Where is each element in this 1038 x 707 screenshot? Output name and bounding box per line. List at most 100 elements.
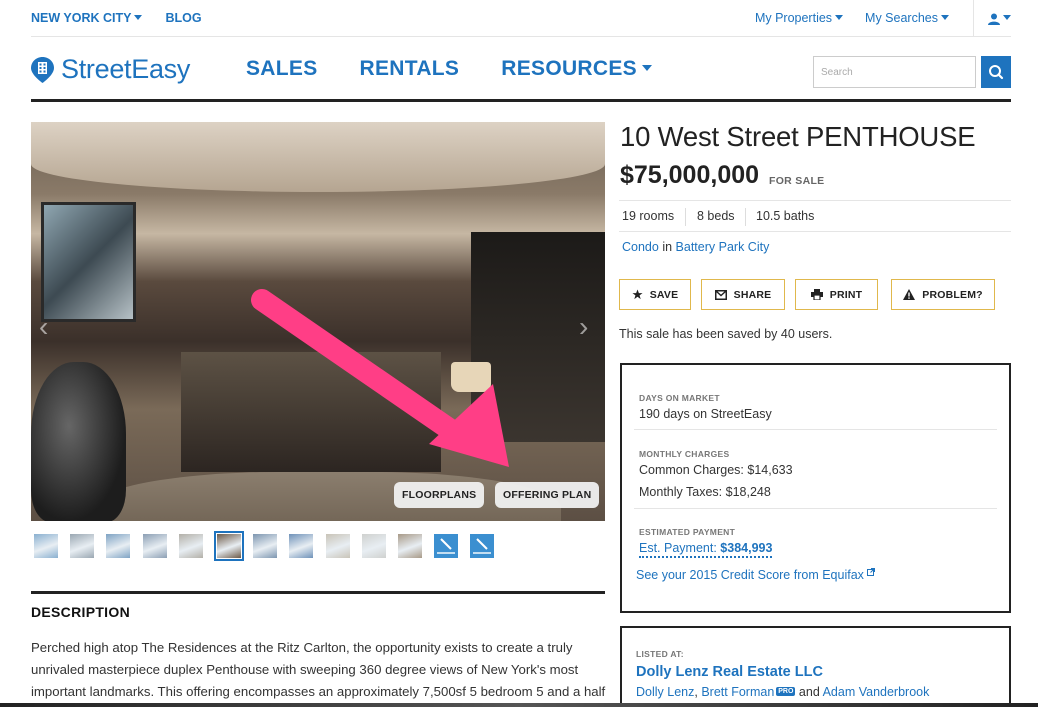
photo-thumbnails <box>34 531 594 561</box>
days-on-market-label: DAYS ON MARKET <box>639 393 720 403</box>
nav-sales[interactable]: SALES <box>246 57 318 81</box>
main-nav: SALES RENTALS RESOURCES <box>246 57 652 81</box>
photo-thumbnail[interactable] <box>142 534 167 558</box>
user-menu[interactable] <box>988 11 1011 25</box>
rooms-count: 19 rooms <box>622 209 675 223</box>
nav-rentals[interactable]: RENTALS <box>360 57 460 81</box>
listing-details-box: DAYS ON MARKET 190 days on StreetEasy MO… <box>620 363 1011 613</box>
floorplan-icon <box>437 538 456 554</box>
logo-icon <box>31 56 54 83</box>
photo-thumbnail[interactable] <box>289 534 314 558</box>
offering-plan-button[interactable]: OFFERING PLAN <box>495 482 600 508</box>
description-text: Perched high atop The Residences at the … <box>31 637 609 703</box>
photo-thumbnail[interactable] <box>253 534 278 558</box>
share-label: SHARE <box>733 288 772 301</box>
report-problem-button[interactable]: PROBLEM? <box>891 279 995 310</box>
photo-thumbnail[interactable] <box>70 534 95 558</box>
page-footer-strip <box>0 703 1038 707</box>
property-type-line: Condo in Battery Park City <box>622 240 769 254</box>
divider <box>745 208 746 226</box>
common-charges-value: Common Charges: $14,633 <box>639 463 793 477</box>
my-properties-menu[interactable]: My Properties <box>755 11 844 25</box>
listing-photo[interactable]: ‹ › FLOORPLANS OFFERING PLAN <box>31 122 605 521</box>
photo-thumbnail[interactable] <box>398 534 422 558</box>
print-button[interactable]: PRINT <box>795 279 878 310</box>
envelope-icon <box>714 289 727 300</box>
neighborhood-link[interactable]: Battery Park City <box>676 240 770 254</box>
topbar-left: NEW YORK CITY BLOG <box>31 11 202 25</box>
my-searches-label: My Searches <box>865 11 938 25</box>
warning-icon <box>903 289 916 300</box>
description-line: Perched high atop The Residences at the … <box>31 640 573 655</box>
listing-status: FOR SALE <box>769 175 825 187</box>
divider <box>634 508 997 509</box>
external-link-icon <box>867 568 876 576</box>
annotation-arrow-icon <box>251 289 509 467</box>
days-on-market-value: 190 days on StreetEasy <box>639 407 772 421</box>
monthly-charges-label: MONTHLY CHARGES <box>639 449 730 459</box>
listed-at-label: LISTED AT: <box>636 649 684 659</box>
divider <box>973 0 974 37</box>
description-line: unrivaled masterpiece duplex Penthouse w… <box>31 662 579 677</box>
city-selector[interactable]: NEW YORK CITY <box>31 11 143 25</box>
blog-link[interactable]: BLOG <box>165 11 201 25</box>
save-label: SAVE <box>649 288 679 301</box>
chevron-down-icon <box>134 15 143 21</box>
agent-link[interactable]: Dolly Lenz <box>636 685 694 699</box>
photo-thumbnail[interactable] <box>106 534 131 558</box>
floorplans-button[interactable]: FLOORPLANS <box>394 482 485 508</box>
estimated-payment-link[interactable]: Est. Payment: $384,993 <box>639 541 773 558</box>
divider <box>634 429 997 430</box>
logo[interactable]: StreetEasy <box>31 54 190 85</box>
estimated-payment-label: ESTIMATED PAYMENT <box>639 527 736 537</box>
photo-thumbnail[interactable] <box>470 534 495 558</box>
brokerage-link[interactable]: Dolly Lenz Real Estate LLC <box>636 664 823 680</box>
saved-count-text: This sale has been saved by 40 users. <box>619 327 833 341</box>
photo-thumbnail[interactable] <box>214 531 244 561</box>
topbar-right: My Properties My Searches <box>755 11 949 25</box>
save-button[interactable]: SAVE <box>619 279 691 310</box>
photo-thumbnail[interactable] <box>34 534 58 558</box>
search-input[interactable]: Search <box>813 56 976 88</box>
in-word: in <box>662 240 673 254</box>
nav-resources-label: RESOURCES <box>501 57 637 80</box>
monthly-taxes-value: Monthly Taxes: $18,248 <box>639 485 771 499</box>
print-label: PRINT <box>829 288 863 301</box>
photo-thumbnail[interactable] <box>361 534 386 558</box>
listed-at-box: LISTED AT: Dolly Lenz Real Estate LLC Do… <box>620 626 1011 707</box>
pro-badge: PRO <box>776 687 796 697</box>
est-payment-prefix: Est. Payment: <box>639 541 717 555</box>
and-word: and <box>798 685 820 699</box>
chevron-down-icon <box>835 15 844 21</box>
divider <box>685 208 686 226</box>
agents-line: Dolly Lenz, Brett Forman PRO and Adam Van… <box>636 685 930 699</box>
star-icon <box>632 289 643 300</box>
my-searches-menu[interactable]: My Searches <box>865 11 949 25</box>
share-button[interactable]: SHARE <box>701 279 785 310</box>
photo-thumbnail[interactable] <box>434 534 459 558</box>
nav-resources[interactable]: RESOURCES <box>501 57 652 81</box>
agent-link[interactable]: Adam Vanderbrook <box>823 685 930 699</box>
photo-thumbnail[interactable] <box>178 534 203 558</box>
baths-count: 10.5 baths <box>756 209 815 223</box>
listing-price: $75,000,000 <box>620 161 760 189</box>
search-button[interactable] <box>981 56 1011 88</box>
property-type-link[interactable]: Condo <box>622 240 659 254</box>
chevron-down-icon <box>941 15 949 21</box>
photo-thumbnail[interactable] <box>325 534 350 558</box>
listing-title: 10 West Street PENTHOUSE <box>620 121 976 152</box>
description-heading: DESCRIPTION <box>31 604 130 620</box>
floorplan-icon <box>473 538 492 554</box>
top-utility-bar: NEW YORK CITY BLOG My Properties My Sear… <box>31 0 1011 37</box>
credit-score-label: See your 2015 Credit Score from Equifax <box>636 568 864 582</box>
chevron-down-icon <box>641 65 652 72</box>
credit-score-link[interactable]: See your 2015 Credit Score from Equifax <box>636 568 876 582</box>
description-line: important landmarks. This offering encom… <box>31 684 606 699</box>
main-header: StreetEasy SALES RENTALS RESOURCES Searc… <box>31 37 1011 102</box>
chevron-down-icon <box>1003 15 1011 21</box>
agent-link[interactable]: Brett Forman <box>701 685 774 699</box>
user-icon <box>988 13 1000 25</box>
description-rule <box>31 591 605 594</box>
est-payment-value: $384,993 <box>720 541 773 555</box>
problem-label: PROBLEM? <box>922 288 983 301</box>
